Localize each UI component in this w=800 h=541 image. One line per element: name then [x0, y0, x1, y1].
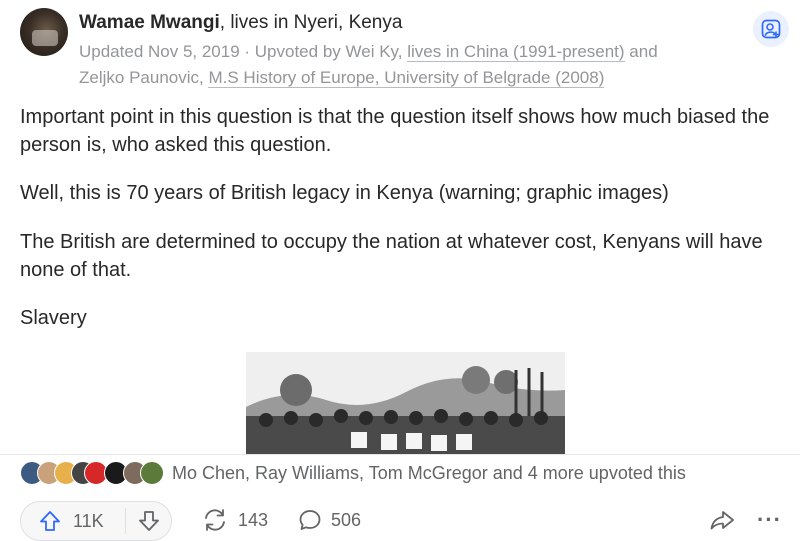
- paragraph: Important point in this question is that…: [20, 106, 770, 156]
- upvoter-name[interactable]: Wei Ky: [346, 42, 398, 61]
- answer-meta: Updated Nov 5, 2019 · Upvoted by Wei Ky,…: [79, 42, 658, 62]
- arrow-down-icon: [139, 511, 159, 531]
- upvoter-name[interactable]: Zeljko Paunovic: [79, 68, 199, 87]
- comment-count: 506: [331, 509, 362, 530]
- upvote-count: 11K: [73, 510, 104, 531]
- downvote-button[interactable]: [126, 502, 172, 540]
- answer-header: Wamae Mwangi, lives in Nyeri, Kenya Upda…: [0, 0, 800, 95]
- photo-scene: [246, 352, 565, 455]
- follow-button[interactable]: [753, 11, 789, 47]
- paragraph: Slavery: [20, 307, 87, 329]
- author-avatar[interactable]: [20, 8, 68, 56]
- add-person-icon: [761, 19, 781, 39]
- upvoters-row[interactable]: Mo Chen, Ray Williams, Tom McGregor and …: [20, 460, 790, 488]
- upvoter-credential-link[interactable]: lives in China (1991-present): [407, 42, 625, 62]
- action-bar: 11K 143 506 ···: [0, 500, 800, 541]
- forward-arrow-icon: [710, 511, 734, 530]
- share-button[interactable]: 143: [201, 500, 268, 540]
- upvoter-credential-link[interactable]: M.S History of Europe, University of Bel…: [208, 68, 605, 88]
- historical-photo[interactable]: [246, 352, 565, 455]
- upvoters-summary: Mo Chen, Ray Williams, Tom McGregor and …: [172, 463, 686, 483]
- divider: [0, 454, 800, 455]
- upvoter-avatars: [20, 461, 166, 485]
- paragraph: Well, this is 70 years of British legacy…: [20, 182, 669, 204]
- upvoter-avatar: [140, 461, 164, 485]
- paragraph: The British are determined to occupy the…: [20, 231, 763, 281]
- arrow-up-icon: [40, 511, 60, 531]
- author-credential: , lives in Nyeri, Kenya: [219, 12, 403, 33]
- upvote-button[interactable]: 11K: [21, 502, 125, 540]
- answer-meta-2: Zeljko Paunovic, M.S History of Europe, …: [79, 68, 605, 88]
- author-name[interactable]: Wamae Mwangi: [79, 12, 220, 33]
- updated-date: Updated Nov 5, 2019 · Upvoted by: [79, 42, 346, 61]
- ellipsis-icon: ···: [757, 507, 782, 532]
- separator: ,: [397, 42, 408, 61]
- and-text: and: [624, 42, 658, 61]
- share-count: 143: [238, 509, 269, 530]
- more-options-button[interactable]: ···: [757, 500, 782, 540]
- forward-button[interactable]: [708, 500, 736, 540]
- author-line: Wamae Mwangi, lives in Nyeri, Kenya: [79, 12, 402, 34]
- vote-pill: 11K: [20, 501, 172, 541]
- reshare-icon: [205, 509, 225, 531]
- comment-button[interactable]: 506: [297, 500, 361, 540]
- comment-bubble-icon: [299, 510, 321, 530]
